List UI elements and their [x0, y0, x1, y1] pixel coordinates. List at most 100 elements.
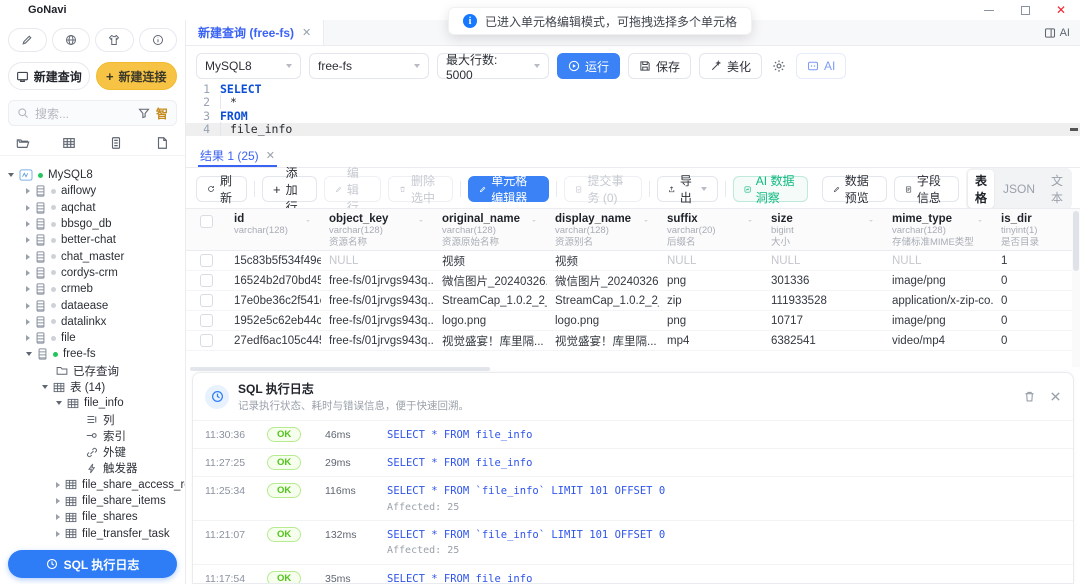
table-row[interactable]: 17e0be36c2f541ce9...free-fs/01jrvgs943q.…	[186, 291, 1080, 311]
settings-button[interactable]	[770, 53, 788, 79]
run-button[interactable]: 运行	[557, 53, 621, 79]
tree-item-file-share-items[interactable]: file_share_items	[0, 493, 185, 509]
sort-icon[interactable]	[747, 215, 755, 223]
column-header-display-name[interactable]: display_name varchar(128) 资源别名	[547, 209, 659, 250]
table-grid-icon[interactable]	[62, 136, 76, 150]
clear-log-icon[interactable]	[1023, 390, 1036, 403]
smart-filter-toggle[interactable]: 智	[156, 105, 168, 122]
tree-item-chat-master[interactable]: chat_master	[0, 248, 185, 264]
ai-insight-button[interactable]: AI 数据洞察	[732, 174, 808, 205]
tree-item-cordys-crm[interactable]: cordys-crm	[0, 265, 185, 281]
log-entry[interactable]: 11:17:54 OK 35ms SELECT * FROM file_info	[193, 563, 1073, 583]
data-preview-button[interactable]: 数据预览	[821, 174, 887, 205]
tree-item-mysql8[interactable]: MySQL8	[0, 167, 185, 183]
select-all-checkbox[interactable]	[186, 209, 226, 250]
field-info-button[interactable]: 字段信息	[893, 174, 959, 205]
caret-right-icon[interactable]	[56, 514, 60, 521]
ai-assistant-button[interactable]: AI	[1044, 20, 1080, 45]
sort-icon[interactable]	[418, 215, 426, 223]
folder-icon[interactable]	[16, 136, 30, 150]
tree-item-file[interactable]: file	[0, 330, 185, 346]
log-entry[interactable]: 11:25:34 OK 116ms SELECT * FROM `file_info`…	[193, 476, 1073, 520]
new-connection-button[interactable]: + 新建连接	[95, 62, 177, 90]
table-row[interactable]: 1952e5c62eb44ce8...free-fs/01jrvgs943q..…	[186, 311, 1080, 331]
tree-item-free-fs[interactable]: free-fs	[0, 346, 185, 362]
about-button[interactable]	[138, 28, 177, 52]
maximize-button[interactable]	[1014, 2, 1036, 18]
table-row[interactable]: 27edf6ac105c44598...free-fs/01jrvgs943q.…	[186, 331, 1080, 351]
column-header-id[interactable]: id varchar(128)	[226, 209, 321, 250]
caret-right-icon[interactable]	[26, 253, 30, 260]
sort-icon[interactable]	[305, 215, 313, 223]
max-rows-select[interactable]: 最大行数: 5000	[437, 53, 549, 82]
row-checkbox[interactable]	[186, 314, 226, 327]
caret-down-icon[interactable]	[26, 352, 32, 357]
caret-right-icon[interactable]	[26, 188, 30, 195]
export-button[interactable]: 导出	[656, 174, 718, 205]
database-select[interactable]: free-fs	[309, 53, 429, 79]
column-header-original-name[interactable]: original_name varchar(128) 资源原始名称	[434, 209, 547, 250]
cell-editor-button[interactable]: 单元格编辑器	[468, 174, 550, 205]
view-json-option[interactable]: JSON	[996, 180, 1042, 198]
sort-icon[interactable]	[977, 215, 985, 223]
tree-item-triggers[interactable]: 触发器	[0, 460, 185, 476]
tree-item-indexes[interactable]: 索引	[0, 428, 185, 444]
globe-button[interactable]	[51, 28, 90, 52]
sort-icon[interactable]	[868, 215, 876, 223]
close-log-icon[interactable]	[1050, 391, 1061, 402]
tree-item-file-shares[interactable]: file_shares	[0, 509, 185, 525]
edit-row-button[interactable]: 编辑行	[323, 166, 381, 214]
tree-item-aiflowy[interactable]: aiflowy	[0, 183, 185, 199]
log-entry[interactable]: 11:30:36 OK 46ms SELECT * FROM file_info	[193, 420, 1073, 448]
log-entry[interactable]: 11:21:07 OK 132ms SELECT * FROM `file_info`…	[193, 520, 1073, 564]
save-button[interactable]: 保存	[628, 53, 692, 79]
caret-right-icon[interactable]	[26, 302, 30, 309]
commit-button[interactable]: 提交事务 (0)	[564, 174, 642, 205]
column-header-suffix[interactable]: suffix varchar(20) 后缀名	[659, 209, 763, 250]
beautify-button[interactable]: 美化	[699, 53, 763, 79]
tree-item-datalinkx[interactable]: datalinkx	[0, 314, 185, 330]
row-checkbox[interactable]	[186, 254, 226, 267]
editor-ai-button[interactable]: AI	[796, 53, 847, 79]
sql-editor[interactable]: 1 SELECT 2 * 3 FROM 4 file_info	[186, 82, 1080, 144]
tree-item-bbsgo-db[interactable]: bbsgo_db	[0, 216, 185, 232]
sql-log-button[interactable]: SQL 执行日志	[8, 550, 177, 578]
caret-right-icon[interactable]	[56, 481, 60, 488]
caret-right-icon[interactable]	[56, 498, 60, 505]
tree-item-better-chat[interactable]: better-chat	[0, 232, 185, 248]
view-table-option[interactable]: 表格	[967, 170, 994, 208]
sort-icon[interactable]	[531, 215, 539, 223]
tree-item-tables-group[interactable]: 表 (14)	[0, 379, 185, 395]
add-row-button[interactable]: + 添加行	[262, 166, 317, 214]
tree-item-crmeb[interactable]: crmeb	[0, 281, 185, 297]
caret-right-icon[interactable]	[26, 237, 30, 244]
tab-new-query[interactable]: 新建查询 (free-fs) ✕	[186, 20, 325, 45]
filter-funnel-icon[interactable]	[138, 107, 150, 119]
tree-item-dataease[interactable]: dataease	[0, 297, 185, 313]
row-checkbox[interactable]	[186, 294, 226, 307]
tree-item-columns[interactable]: 列	[0, 411, 185, 427]
caret-right-icon[interactable]	[26, 204, 30, 211]
refresh-button[interactable]: 刷新	[196, 174, 248, 205]
close-button[interactable]: ✕	[1050, 2, 1072, 18]
document-icon[interactable]	[155, 136, 169, 150]
log-entry[interactable]: 11:27:25 OK 29ms SELECT * FROM file_info	[193, 448, 1073, 476]
view-text-option[interactable]: 文本	[1044, 170, 1070, 208]
tab-close-icon[interactable]: ✕	[302, 26, 311, 39]
row-checkbox[interactable]	[186, 274, 226, 287]
caret-right-icon[interactable]	[26, 286, 30, 293]
tree-item-file-info[interactable]: file_info	[0, 395, 185, 411]
search-input[interactable]: 搜索... 智	[8, 100, 177, 126]
tree-item-file-share-access-record[interactable]: file_share_access_record	[0, 477, 185, 493]
column-header-object-key[interactable]: object_key varchar(128) 资源名称	[321, 209, 434, 250]
tree-item-foreign-keys[interactable]: 外键	[0, 444, 185, 460]
tree-item-file-user-favorites[interactable]: file_user_favorites	[0, 542, 185, 545]
caret-right-icon[interactable]	[26, 221, 30, 228]
caret-down-icon[interactable]	[56, 401, 62, 406]
tree-item-file-transfer-task[interactable]: file_transfer_task	[0, 526, 185, 542]
vertical-scrollbar[interactable]	[1072, 209, 1080, 367]
connection-select[interactable]: MySQL8	[196, 53, 301, 79]
caret-right-icon[interactable]	[26, 335, 30, 342]
caret-down-icon[interactable]	[42, 385, 48, 389]
result-tab-1[interactable]: 结果 1 (25) ✕	[198, 146, 277, 167]
